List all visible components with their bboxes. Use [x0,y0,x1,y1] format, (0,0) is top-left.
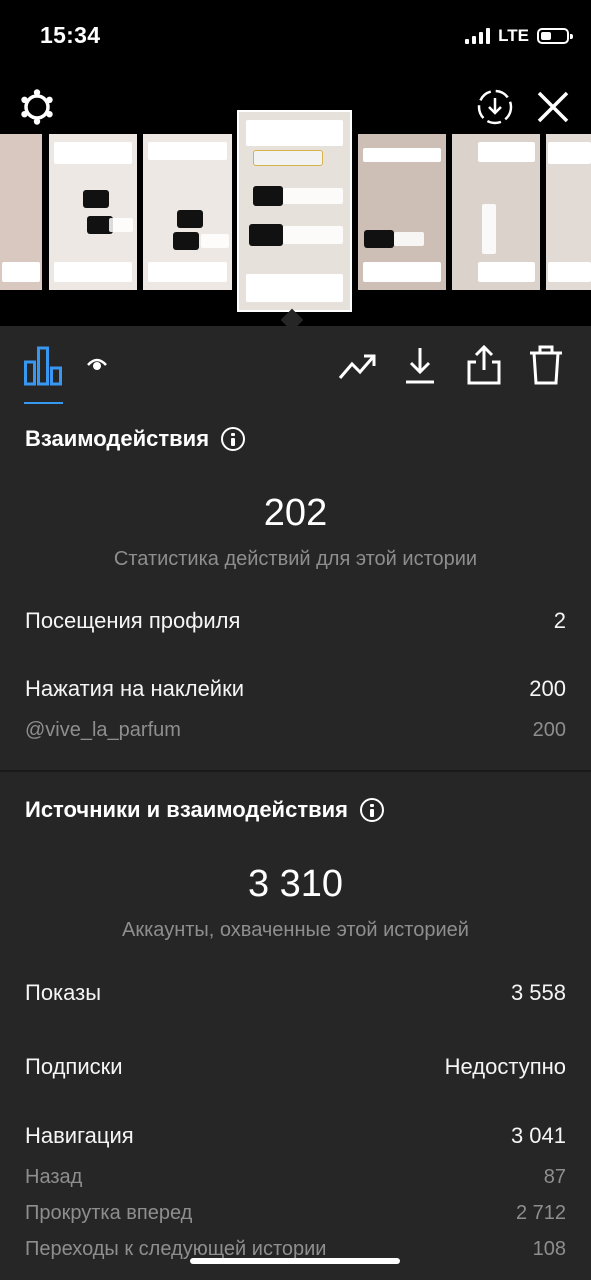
impressions-row: Показы 3 558 [25,980,566,1006]
story-thumbnail[interactable] [0,134,42,290]
signal-icon [465,28,491,44]
profile-visits-label: Посещения профиля [25,608,241,633]
story-thumbnail[interactable] [452,134,540,290]
follows-value: Недоступно [444,1054,566,1079]
info-icon[interactable] [359,798,384,822]
sticker-mention-value: 200 [532,719,566,741]
interactions-heading: Взаимодействия [25,426,246,452]
sticker-mention-label: @vive_la_parfum [25,719,181,741]
forward-value: 2 712 [515,1202,566,1224]
selected-story-thumbnail[interactable] [237,110,352,312]
promote-icon[interactable] [338,350,378,382]
navigation-label: Навигация [25,1123,134,1148]
sticker-mention-row[interactable]: @vive_la_parfum 200 [25,719,566,742]
sticker-taps-row: Нажатия на наклейки 200 [25,676,566,702]
discovery-title: Источники и взаимодействия [25,797,348,822]
story-thumbnail[interactable] [49,134,137,290]
sticker-taps-value: 200 [529,676,566,701]
next-story-value: 108 [532,1238,566,1260]
follows-row: Подписки Недоступно [25,1054,566,1080]
network-label: LTE [498,26,529,45]
interactions-total: 202 [263,492,328,534]
insights-panel: Взаимодействия 202 Статистика действий д… [0,326,591,1280]
story-thumbnail-strip [0,110,591,320]
back-label: Назад [25,1166,83,1188]
profile-visits-row: Посещения профиля 2 [25,608,566,634]
story-insights-screen: 15:34 LTE Взаимодействия 202 Статистика … [0,0,591,1280]
bar-chart-icon[interactable] [24,346,62,386]
navigation-row: Навигация 3 041 [25,1123,566,1149]
eye-icon[interactable] [86,356,108,372]
back-value: 87 [543,1166,566,1188]
active-tab-indicator [24,402,63,404]
impressions-label: Показы [25,980,102,1005]
interactions-title: Взаимодействия [25,426,210,451]
section-divider [0,770,591,772]
battery-icon [537,28,573,44]
status-indicators: LTE [465,26,573,46]
trash-icon[interactable] [528,344,564,386]
home-indicator[interactable] [190,1258,400,1264]
follows-label: Подписки [25,1054,123,1079]
profile-visits-value: 2 [553,608,566,633]
story-thumbnail[interactable] [546,134,591,290]
insights-tabbar [0,326,591,406]
accounts-reached-total: 3 310 [247,863,344,905]
forward-label: Прокрутка вперед [25,1202,193,1224]
forward-row: Прокрутка вперед 2 712 [25,1202,566,1225]
sticker-taps-label: Нажатия на наклейки [25,676,245,701]
share-icon[interactable] [466,344,502,386]
accounts-reached-caption: Аккаунты, охваченные этой историей [122,919,469,941]
interactions-caption: Статистика действий для этой истории [113,548,478,570]
impressions-value: 3 558 [510,980,566,1005]
info-icon[interactable] [221,427,246,451]
back-row: Назад 87 [25,1166,566,1189]
download-icon[interactable] [404,346,436,386]
mention-sticker [253,150,323,166]
status-time: 15:34 [40,22,101,48]
story-thumbnail[interactable] [358,134,446,290]
navigation-value: 3 041 [510,1123,566,1148]
status-bar: 15:34 LTE [0,0,591,72]
story-thumbnail[interactable] [143,134,232,290]
discovery-heading: Источники и взаимодействия [25,797,384,823]
